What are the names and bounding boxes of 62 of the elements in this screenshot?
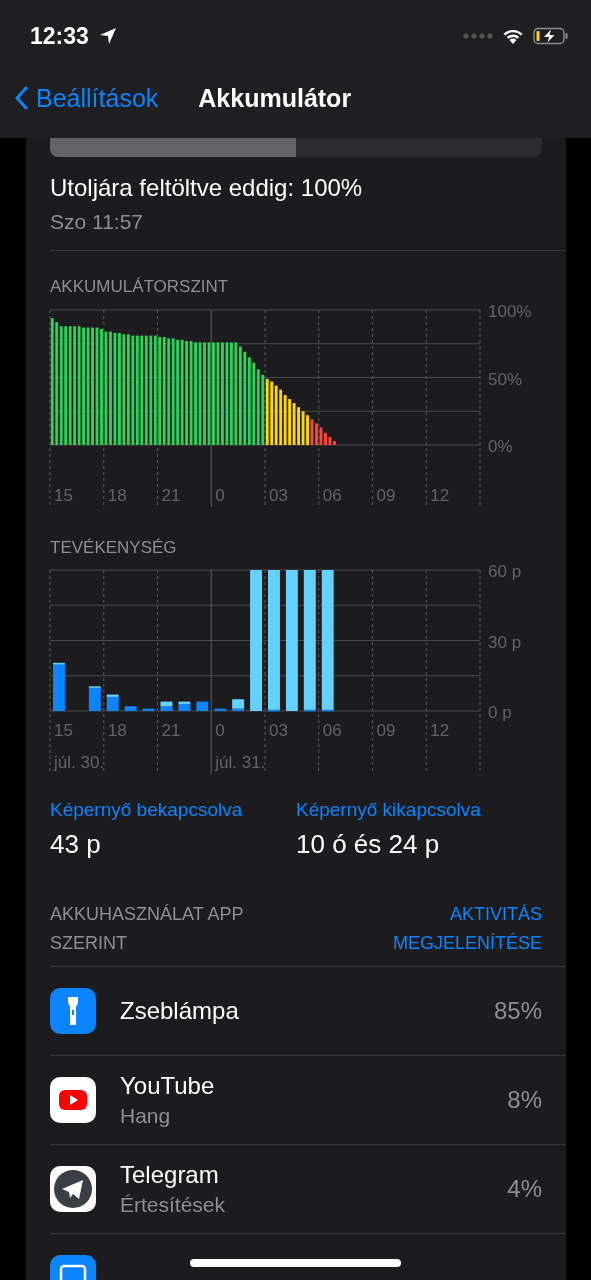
wifi-icon [501, 27, 525, 45]
usage-percent: 4% [507, 1175, 542, 1203]
youtube-icon [50, 1077, 96, 1123]
last-charged-time: Szo 11:57 [50, 210, 144, 234]
chart-title: TEVÉKENYSÉG [50, 538, 178, 558]
back-chevron-icon [14, 86, 28, 110]
app-row[interactable]: YouTube Hang 8% [50, 1056, 566, 1145]
axis-label: 03 [269, 721, 288, 740]
page-title: Akkumulátor [198, 83, 352, 113]
last-charged-text: Utoljára feltöltve eddig: 100% [50, 174, 364, 202]
axis-label: 12 [430, 486, 450, 505]
duration-value: 10 ó és 24 p [296, 829, 441, 860]
date-label: júl. 30. [54, 753, 105, 772]
app-name: Zseblámpa [120, 997, 240, 1025]
app-row[interactable]: Zseblámpa 85% [50, 967, 566, 1056]
axis-label: 09 [376, 721, 396, 740]
app-name: YouTube [120, 1072, 216, 1100]
segment-tab[interactable] [50, 138, 296, 157]
show-activity-link[interactable]: AKTIVITÁS MEGJELENÍTÉSE [342, 900, 542, 958]
activity-bar [142, 708, 155, 711]
axis-label: 03 [269, 486, 288, 505]
chart-title: AKKUMULÁTORSZINT [50, 277, 230, 297]
app-name: Telegram [120, 1161, 220, 1189]
activity-bar [214, 708, 227, 711]
activity-bar [196, 701, 209, 711]
axis-label: 09 [376, 486, 396, 505]
axis-label: 0 [215, 486, 225, 505]
axis-label: 06 [322, 486, 342, 505]
axis-label: 0% [488, 437, 513, 456]
legend-label: Képernyő bekapcsolva [50, 799, 244, 821]
back-button[interactable]: Beállítások [14, 83, 159, 113]
axis-label: 12 [430, 721, 450, 740]
axis-label: 30 p [488, 632, 522, 652]
signal-dots-icon [463, 33, 493, 39]
axis-label: 15 [54, 721, 73, 740]
paper-plane-icon [50, 1166, 96, 1212]
axis-label: 100% [488, 302, 532, 321]
duration-value: 43 p [50, 829, 102, 860]
axis-label: 0 [215, 721, 225, 740]
axis-label: 15 [54, 486, 73, 505]
clock-time: 12:33 [30, 22, 89, 50]
legend-label: Képernyő kikapcsolva [296, 799, 482, 821]
segment-tab[interactable] [296, 138, 542, 157]
axis-label: 18 [107, 486, 127, 505]
app-detail: Értesítések [120, 1193, 227, 1217]
axis-label: 60 p [488, 563, 522, 581]
date-label: júl. 31. [215, 753, 266, 772]
location-arrow-icon [98, 27, 117, 45]
charging-battery-icon [533, 27, 569, 45]
flashlight-icon [50, 988, 96, 1034]
axis-label: 21 [161, 721, 181, 740]
app-row[interactable]: Telegram Értesítések 4% [50, 1145, 566, 1234]
axis-label: 50% [488, 369, 523, 389]
axis-label: 21 [161, 486, 181, 505]
axis-label: 0 p [488, 703, 512, 722]
axis-label: 06 [322, 721, 342, 740]
axis-label: 18 [107, 721, 127, 740]
section-header: AKKUHASZNÁLAT APP SZERINT [50, 903, 245, 955]
usage-percent: 8% [507, 1086, 542, 1114]
activity-bar [124, 706, 137, 711]
app-detail: Hang [120, 1104, 172, 1128]
usage-percent: 85% [493, 997, 542, 1025]
